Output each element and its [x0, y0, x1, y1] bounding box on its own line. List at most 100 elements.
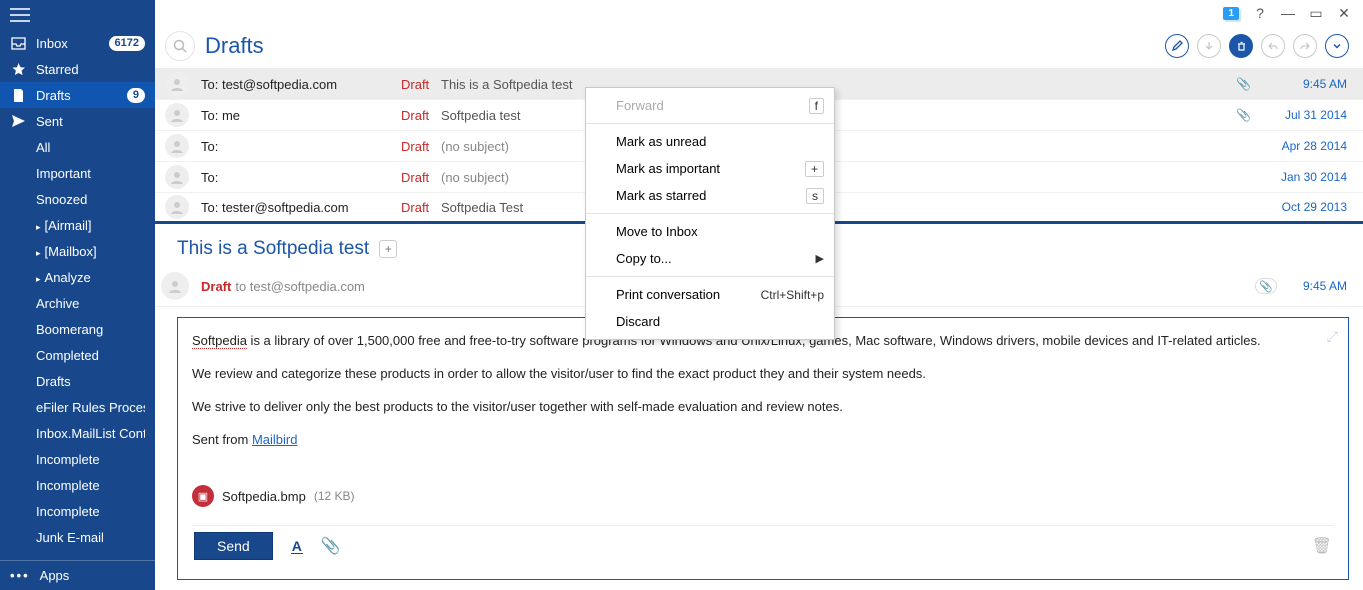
sidebar-item-inbox[interactable]: Inbox6172: [0, 30, 155, 56]
discard-button[interactable]: 🗑: [1312, 536, 1332, 556]
avatar: [161, 272, 189, 300]
sidebar-item-label: Important: [36, 166, 145, 181]
date: Apr 28 2014: [1257, 139, 1347, 153]
attachment-icon: 📎: [1236, 77, 1251, 91]
expand-conversation-button[interactable]: +: [379, 240, 397, 258]
subject: (no subject): [441, 170, 1257, 185]
help-button[interactable]: ?: [1253, 5, 1267, 21]
apps-button[interactable]: ••• Apps: [0, 560, 155, 590]
attach-button[interactable]: 📎: [321, 536, 341, 556]
popout-icon[interactable]: ⤢: [1327, 328, 1338, 345]
compose-toolbar: Send A 📎 🗑: [192, 525, 1334, 562]
subject: This is a Softpedia test: [441, 77, 1236, 92]
context-menu: ForwardfMark as unreadMark as important+…: [585, 87, 835, 340]
sidebar-item-all[interactable]: All: [0, 134, 155, 160]
delete-button[interactable]: [1229, 34, 1253, 58]
draft-tag: Draft: [401, 170, 441, 185]
apps-label: Apps: [40, 568, 70, 583]
preview-subject: This is a Softpedia test: [177, 238, 369, 260]
download-button[interactable]: [1197, 34, 1221, 58]
mail-body[interactable]: ⤢ Softpedia is a library of over 1,500,0…: [177, 317, 1349, 580]
sidebar-item-label: Drafts: [36, 88, 117, 103]
menu-shortcut: +: [805, 161, 824, 177]
sidebar-item-boomerang[interactable]: Boomerang: [0, 316, 155, 342]
send-button[interactable]: Send: [194, 532, 273, 560]
sidebar-item-drafts[interactable]: Drafts 9: [0, 82, 155, 108]
submenu-arrow-icon: ▶: [816, 252, 824, 265]
avatar: [165, 165, 189, 189]
menu-shortcut: f: [809, 98, 824, 114]
date: 9:45 AM: [1257, 77, 1347, 91]
sidebar-item-important[interactable]: Important: [0, 160, 155, 186]
sidebar-item-analyze[interactable]: ▸Analyze: [0, 264, 155, 290]
sidebar-item-archive[interactable]: Archive: [0, 290, 155, 316]
format-button[interactable]: A: [291, 539, 303, 554]
menu-item-move-to-inbox[interactable]: Move to Inbox: [586, 218, 834, 245]
sent-icon: [10, 115, 26, 128]
sidebar-item-completed[interactable]: Completed: [0, 342, 155, 368]
sidebar-item--airmail-[interactable]: ▸[Airmail]: [0, 212, 155, 238]
minimize-button[interactable]: —: [1281, 5, 1295, 21]
draft-tag: Draft: [401, 108, 441, 123]
menu-item-mark-as-starred[interactable]: Mark as starreds: [586, 182, 834, 209]
maximize-button[interactable]: ▭: [1309, 5, 1323, 22]
avatar: [165, 134, 189, 158]
draft-tag: Draft: [201, 279, 231, 294]
close-button[interactable]: ✕: [1337, 5, 1351, 22]
sidebar-item--mailbox-[interactable]: ▸[Mailbox]: [0, 238, 155, 264]
sidebar-item-label: eFiler Rules Process: [36, 400, 145, 415]
sidebar-item-incomplete[interactable]: Incomplete: [0, 446, 155, 472]
menu-button[interactable]: [0, 0, 155, 30]
inbox-icon: [10, 37, 26, 50]
sidebar-item-inbox-maillist-cont[interactable]: Inbox.MailList Cont: [0, 420, 155, 446]
sidebar-item-drafts[interactable]: Drafts: [0, 368, 155, 394]
sidebar-item-incomplete[interactable]: Incomplete: [0, 472, 155, 498]
sidebar-item-label: Junk E-mail: [36, 530, 145, 545]
sidebar-item-sent[interactable]: Sent: [0, 108, 155, 134]
attachment-row[interactable]: ▣ Softpedia.bmp (12 KB): [192, 485, 1334, 507]
sidebar-item-label: ▸[Airmail]: [36, 218, 145, 233]
menu-item-mark-as-unread[interactable]: Mark as unread: [586, 128, 834, 155]
attachment-icon: 📎: [1236, 108, 1251, 122]
forward-button[interactable]: [1293, 34, 1317, 58]
subject: Softpedia Test: [441, 200, 1257, 215]
date: Oct 29 2013: [1257, 200, 1347, 214]
menu-label: Discard: [616, 314, 824, 329]
notification-badge[interactable]: 1: [1223, 7, 1239, 20]
sidebar-item-label: All: [36, 140, 145, 155]
count-badge: 9: [127, 88, 145, 103]
sidebar-item-snoozed[interactable]: Snoozed: [0, 186, 155, 212]
sidebar-item-label: Drafts: [36, 374, 145, 389]
menu-shortcut: Ctrl+Shift+p: [761, 288, 824, 302]
reply-button[interactable]: [1261, 34, 1285, 58]
sidebar-item-junk-e-mail[interactable]: Junk E-mail: [0, 524, 155, 550]
avatar: [165, 195, 189, 219]
menu-item-print-conversation[interactable]: Print conversationCtrl+Shift+p: [586, 281, 834, 308]
attachment-icon[interactable]: 📎: [1255, 278, 1277, 294]
sidebar-item-incomplete[interactable]: Incomplete: [0, 498, 155, 524]
folder-header: Drafts: [155, 24, 1363, 68]
sidebar-item-label: Inbox: [36, 36, 99, 51]
attachment-size: (12 KB): [314, 489, 355, 503]
menu-separator: [586, 123, 834, 124]
more-button[interactable]: [1325, 34, 1349, 58]
menu-item-mark-as-important[interactable]: Mark as important+: [586, 155, 834, 182]
mailbird-link[interactable]: Mailbird: [252, 432, 298, 447]
menu-item-copy-to-[interactable]: Copy to...▶: [586, 245, 834, 272]
preview-time: 9:45 AM: [1277, 279, 1347, 293]
sidebar-item-label: Sent: [36, 114, 145, 129]
window-controls: 1 ? — ▭ ✕: [155, 0, 1363, 24]
compose-button[interactable]: [1165, 34, 1189, 58]
sidebar-item-efiler-rules-process[interactable]: eFiler Rules Process: [0, 394, 155, 420]
menu-label: Move to Inbox: [616, 224, 824, 239]
sidebar-item-starred[interactable]: Starred: [0, 56, 155, 82]
search-button[interactable]: [165, 31, 195, 61]
draft-tag: Draft: [401, 139, 441, 154]
sidebar: Inbox6172Starred Drafts 9 Sent All Important S…: [0, 0, 155, 590]
menu-item-discard[interactable]: Discard: [586, 308, 834, 335]
recipient: To: test@softpedia.com: [201, 77, 401, 92]
menu-separator: [586, 276, 834, 277]
sidebar-item-label: Snoozed: [36, 192, 145, 207]
draft-tag: Draft: [401, 77, 441, 92]
toolbar: [1165, 34, 1349, 58]
